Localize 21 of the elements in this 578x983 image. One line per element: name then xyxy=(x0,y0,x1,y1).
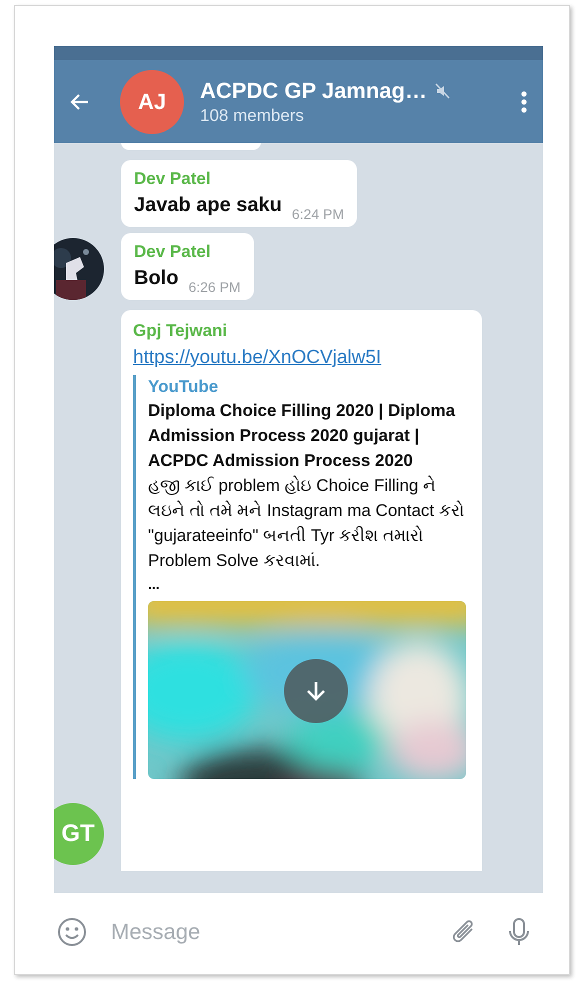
sender-name: Dev Patel xyxy=(134,241,212,263)
download-arrow-icon xyxy=(304,679,328,703)
ellipsis-text: ... xyxy=(148,575,160,594)
avatar: GT xyxy=(54,803,104,865)
microphone-icon[interactable] xyxy=(507,916,531,946)
preview-description: હજી કાઈ problem હોઇ Choice Filling ને લઇને તો તમે મને Instagram ma Contact કરો "gujarateeinfo" બનતી Tyr કરીશ તમારો Problem Solve કરવામાં. xyxy=(148,474,465,572)
sender-name: Dev Patel xyxy=(134,168,212,190)
message-time: 6:24 PM xyxy=(292,205,344,223)
preview-title: Diploma Choice Filling 2020 | Diploma Admission Process 2020 gujarat | ACPDC Admission Process 2020 xyxy=(148,400,456,472)
chat-title: ACPDC GP Jamnag… xyxy=(200,76,427,104)
sender-name: Gpj Tejwani xyxy=(133,320,228,342)
message-time: 6:26 PM xyxy=(188,278,241,296)
emoji-icon[interactable] xyxy=(57,916,87,946)
member-count: 108 members xyxy=(200,104,305,126)
message-text: Bolo xyxy=(134,266,178,291)
avatar: AJ xyxy=(120,70,184,134)
link[interactable]: https://youtu.be/XnOCVjalw5I xyxy=(133,343,470,373)
site-name: YouTube xyxy=(148,376,220,398)
message-input[interactable]: Message xyxy=(111,915,449,948)
message-text: Javab ape saku xyxy=(134,193,282,218)
menu-icon[interactable] xyxy=(521,90,527,112)
